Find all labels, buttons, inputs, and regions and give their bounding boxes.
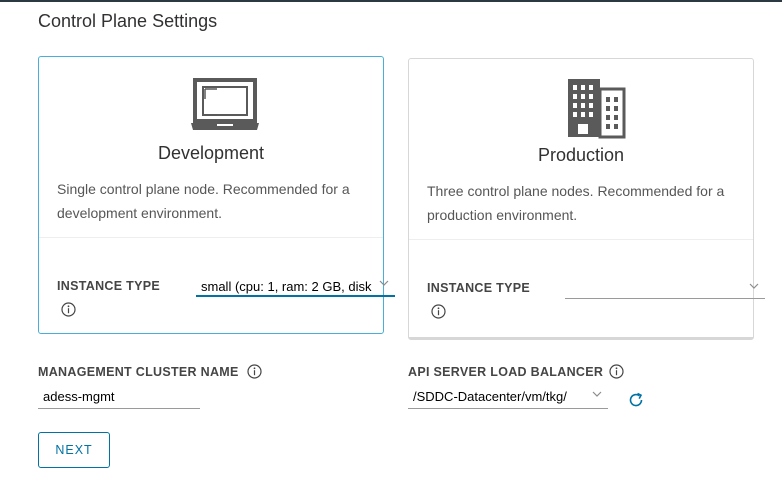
instance-type-label: INSTANCE TYPE: [57, 279, 160, 293]
page-title: Control Plane Settings: [38, 11, 218, 31]
instance-type-label: INSTANCE TYPE: [427, 281, 530, 295]
card-divider: [409, 239, 753, 240]
info-icon[interactable]: [61, 302, 76, 317]
info-icon[interactable]: [247, 364, 262, 379]
load-balancer-label: API SERVER LOAD BALANCER: [408, 365, 604, 379]
card-divider: [39, 237, 383, 238]
production-title: Production: [537, 145, 625, 165]
production-description: Three control plane nodes. Recommended f…: [427, 183, 725, 223]
chevron-down-icon: [592, 391, 602, 397]
load-balancer-value: /SDDC-Datacenter/vm/tkg/: [413, 389, 567, 404]
chevron-down-icon: [379, 280, 389, 286]
instance-type-select-development[interactable]: small (cpu: 1, ram: 2 GB, disk: [196, 276, 395, 297]
info-icon[interactable]: [609, 364, 624, 379]
info-icon[interactable]: [431, 304, 446, 319]
building-icon: [568, 79, 626, 139]
instance-type-value: small (cpu: 1, ram: 2 GB, disk: [201, 279, 372, 294]
development-description: Single control plane node. Recommended f…: [57, 181, 350, 221]
cluster-name-label: MANAGEMENT CLUSTER NAME: [38, 365, 239, 379]
cluster-name-input[interactable]: adess-mgmt: [38, 386, 200, 409]
load-balancer-select[interactable]: /SDDC-Datacenter/vm/tkg/: [408, 386, 608, 409]
refresh-icon[interactable]: [627, 391, 645, 409]
instance-type-select-production[interactable]: [565, 278, 765, 299]
chevron-down-icon: [749, 283, 759, 289]
laptop-icon: [191, 78, 259, 130]
development-title: Development: [157, 143, 265, 163]
next-button[interactable]: NEXT: [38, 432, 110, 468]
cluster-name-value: adess-mgmt: [43, 389, 115, 404]
top-border: [0, 0, 782, 2]
